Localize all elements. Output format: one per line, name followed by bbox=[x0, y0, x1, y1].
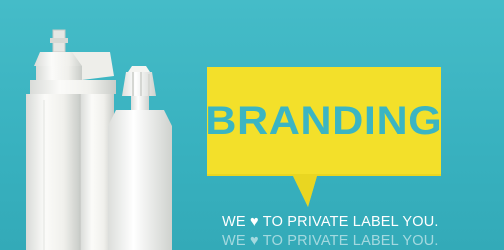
headline-text: BRANDING bbox=[205, 99, 443, 143]
tagline-reflection-pre: WE bbox=[222, 233, 246, 245]
heart-icon: ♥ bbox=[250, 214, 259, 230]
single-cartridge bbox=[108, 66, 172, 250]
headline-branding: BRANDING bbox=[205, 67, 443, 176]
branding-banner: BRANDING WE ♥ TO PRIVATE LABEL YOU. WE ♥… bbox=[0, 0, 504, 250]
tagline-reflection: WE ♥ TO PRIVATE LABEL YOU. bbox=[222, 233, 439, 245]
dual-cartridge bbox=[26, 29, 116, 250]
tagline-post: TO PRIVATE LABEL YOU. bbox=[262, 214, 439, 230]
tagline: WE ♥ TO PRIVATE LABEL YOU. bbox=[222, 214, 439, 230]
tagline-reflection-post: TO PRIVATE LABEL YOU. bbox=[262, 233, 439, 245]
tagline-pre: WE bbox=[222, 214, 246, 230]
tagline-reflection-heart: ♥ bbox=[250, 233, 259, 245]
